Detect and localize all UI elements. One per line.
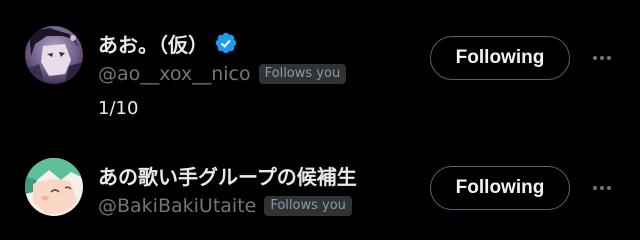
follows-you-badge: Follows you bbox=[264, 196, 352, 216]
display-name[interactable]: あの歌い手グループの候補生 bbox=[98, 161, 357, 190]
handle-row: @ao__xox__nico Follows you bbox=[98, 62, 347, 86]
user-cell[interactable]: あお。（仮） @ao__xox__nico Follows you 1/10 F… bbox=[0, 0, 640, 132]
more-horizontal-icon[interactable] bbox=[588, 44, 616, 72]
verified-badge-icon bbox=[214, 31, 238, 55]
more-horizontal-icon[interactable] bbox=[588, 174, 616, 202]
handle-row: @BakiBakiUtaite Follows you bbox=[98, 194, 352, 218]
name-row: あお。（仮） bbox=[98, 28, 238, 58]
bio: 1/10 bbox=[98, 98, 139, 119]
user-cell[interactable]: あの歌い手グループの候補生 @BakiBakiUtaite Follows yo… bbox=[0, 132, 640, 240]
following-button[interactable]: Following bbox=[430, 36, 570, 80]
avatar[interactable] bbox=[25, 158, 83, 216]
following-button[interactable]: Following bbox=[430, 166, 570, 210]
handle[interactable]: @ao__xox__nico bbox=[98, 63, 251, 85]
user-list: あお。（仮） @ao__xox__nico Follows you 1/10 F… bbox=[0, 0, 640, 240]
avatar[interactable] bbox=[25, 26, 83, 84]
name-row: あの歌い手グループの候補生 bbox=[98, 160, 357, 190]
display-name[interactable]: あお。（仮） bbox=[98, 29, 208, 58]
follows-you-badge: Follows you bbox=[258, 64, 347, 84]
handle[interactable]: @BakiBakiUtaite bbox=[98, 195, 256, 217]
